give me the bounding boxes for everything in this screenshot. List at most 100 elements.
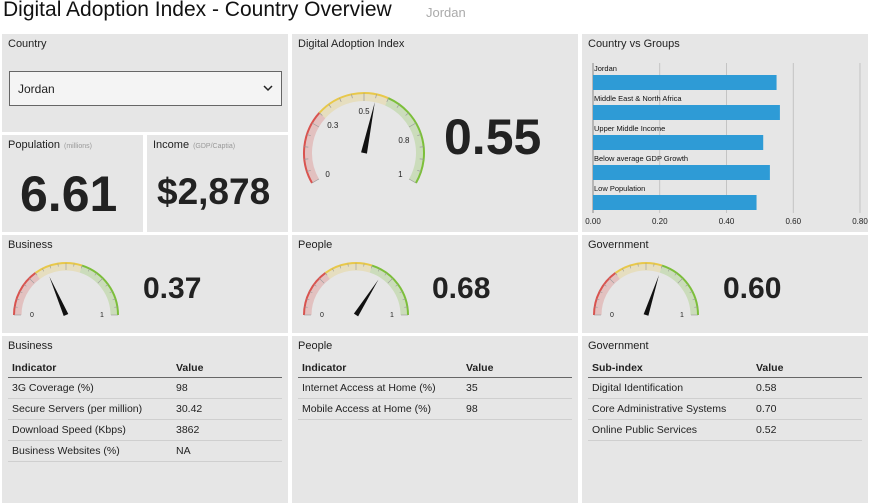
table-header-cell: Sub-index (588, 359, 752, 378)
chart-bar (593, 105, 780, 120)
groups-label: Country vs Groups (588, 38, 680, 50)
gauge-min-label: 0 (320, 312, 324, 319)
gauge-min-label: 0 (30, 312, 34, 319)
table-cell: Core Administrative Systems (588, 398, 752, 420)
population-panel: Population (millions) 6.61 (2, 135, 143, 232)
chart-category-label: Jordan (594, 64, 617, 73)
population-value: 6.61 (20, 166, 118, 222)
table-header-cell: Indicator (8, 359, 172, 378)
country-select[interactable]: Jordan (9, 71, 282, 106)
table-row: 3G Coverage (%) 98 (8, 377, 282, 399)
country-panel: Country Jordan (2, 34, 288, 132)
table-cell: 0.52 (752, 419, 862, 441)
gauge-needle (49, 276, 69, 316)
business-gauge: 01 (13, 262, 119, 319)
gauge-min-label: 0 (610, 312, 614, 319)
chart-x-tick-label: 0.00 (585, 217, 601, 226)
dai-value: 0.55 (444, 109, 542, 165)
chart-category-label: Upper Middle Income (594, 124, 665, 133)
table-cell: 0.70 (752, 398, 862, 420)
table-cell: Download Speed (Kbps) (8, 419, 172, 441)
table-header-row: Indicator Value (8, 359, 282, 378)
population-label: Population (8, 139, 60, 151)
chart-x-tick-label: 0.20 (652, 217, 668, 226)
business-table: Indicator Value 3G Coverage (%) 98 Secure Se… (8, 359, 282, 462)
chart-category-label: Middle East & North Africa (594, 94, 682, 103)
table-cell: 0.58 (752, 377, 862, 399)
population-unit: (millions) (64, 143, 92, 150)
table-row: Digital Identification 0.58 (588, 377, 862, 399)
gauge-needle (643, 275, 659, 316)
country-subtitle: Jordan (426, 5, 466, 20)
chart-category-label: Low Population (594, 184, 645, 193)
table-cell: 3862 (172, 419, 282, 441)
people-value: 0.68 (432, 272, 491, 305)
gauge-band-1 (319, 93, 389, 119)
table-header-cell: Value (172, 359, 282, 378)
table-header-cell: Value (752, 359, 862, 378)
dai-gauge: 0 0.3 0.5 0.8 1 (303, 92, 425, 184)
table-row: Online Public Services 0.52 (588, 419, 862, 441)
chevron-down-icon (263, 85, 273, 92)
country-label: Country (8, 38, 47, 50)
table-cell: Mobile Access at Home (%) (298, 398, 462, 420)
page-title: Digital Adoption Index - Country Overvie… (3, 0, 392, 21)
table-cell: 98 (462, 398, 572, 420)
dai-panel: Digital Adoption Index 0 0.3 0.5 0.8 1 0.55 (292, 34, 578, 232)
chart-bar (593, 135, 764, 150)
table-header-row: Sub-index Value (588, 359, 862, 378)
gauge-tick-label: 0.5 (358, 107, 370, 116)
gauge-tick-label: 0.8 (398, 136, 410, 145)
table-cell: Business Websites (%) (8, 440, 172, 462)
table-row: Core Administrative Systems 0.70 (588, 398, 862, 420)
government-gauge: 01 (593, 262, 699, 319)
gauge-max-label: 1 (100, 312, 104, 319)
gauge-band-0 (304, 273, 330, 316)
gauge-band-2 (659, 266, 698, 316)
table-row: Mobile Access at Home (%) 98 (298, 398, 572, 420)
business-table-panel: Business Indicator Value 3G Coverage (%) 98… (2, 336, 288, 503)
table-cell: NA (172, 440, 282, 462)
people-table-label: People (298, 340, 333, 352)
table-row: Secure Servers (per million) 30.42 (8, 398, 282, 420)
chart-x-tick-label: 0.40 (719, 217, 735, 226)
business-label: Business (8, 239, 53, 251)
government-label: Government (588, 239, 649, 251)
government-table: Sub-index Value Digital Identification 0.58… (588, 359, 862, 441)
gauge-needle (353, 279, 379, 317)
table-cell: Digital Identification (588, 377, 752, 399)
chart-bar (593, 75, 777, 90)
table-row: Download Speed (Kbps) 3862 (8, 419, 282, 441)
country-select-value: Jordan (18, 82, 55, 96)
table-row: Business Websites (%) NA (8, 440, 282, 462)
income-value: $2,878 (157, 171, 271, 212)
people-label: People (298, 239, 333, 251)
business-table-label: Business (8, 340, 53, 352)
people-gauge: 01 (303, 262, 409, 319)
income-panel: Income (GDP/Captia) $2,878 (147, 135, 288, 232)
table-header-row: Indicator Value (298, 359, 572, 378)
chart-x-tick-label: 0.80 (852, 217, 868, 226)
gauge-band-0 (594, 273, 620, 316)
table-header-cell: Value (462, 359, 572, 378)
people-panel: People 01 0.68 (292, 235, 578, 333)
table-row: Internet Access at Home (%) 35 (298, 377, 572, 399)
chart-category-label: Below average GDP Growth (594, 154, 688, 163)
gauge-max-label: 1 (680, 312, 684, 319)
government-table-panel: Government Sub-index Value Digital Identif… (582, 336, 868, 503)
people-table: Indicator Value Internet Access at Home (%… (298, 359, 572, 420)
header: Digital Adoption Index - Country Overvie… (0, 0, 870, 32)
table-cell: 35 (462, 377, 572, 399)
gauge-tick-label: 1 (398, 170, 403, 179)
chart-bar (593, 195, 757, 210)
income-label: Income (153, 139, 190, 151)
groups-panel: Country vs Groups 0.00 0.20 0.40 0.60 0.80 Jo… (582, 34, 868, 232)
government-value: 0.60 (723, 272, 782, 305)
gauge-tick-label: 0.3 (327, 121, 339, 130)
business-panel: Business 01 0.37 (2, 235, 288, 333)
chart-x-tick-label: 0.60 (785, 217, 801, 226)
gauge-band-0 (14, 273, 40, 316)
dai-label: Digital Adoption Index (298, 38, 405, 50)
table-cell: 3G Coverage (%) (8, 377, 172, 399)
table-cell: 30.42 (172, 398, 282, 420)
